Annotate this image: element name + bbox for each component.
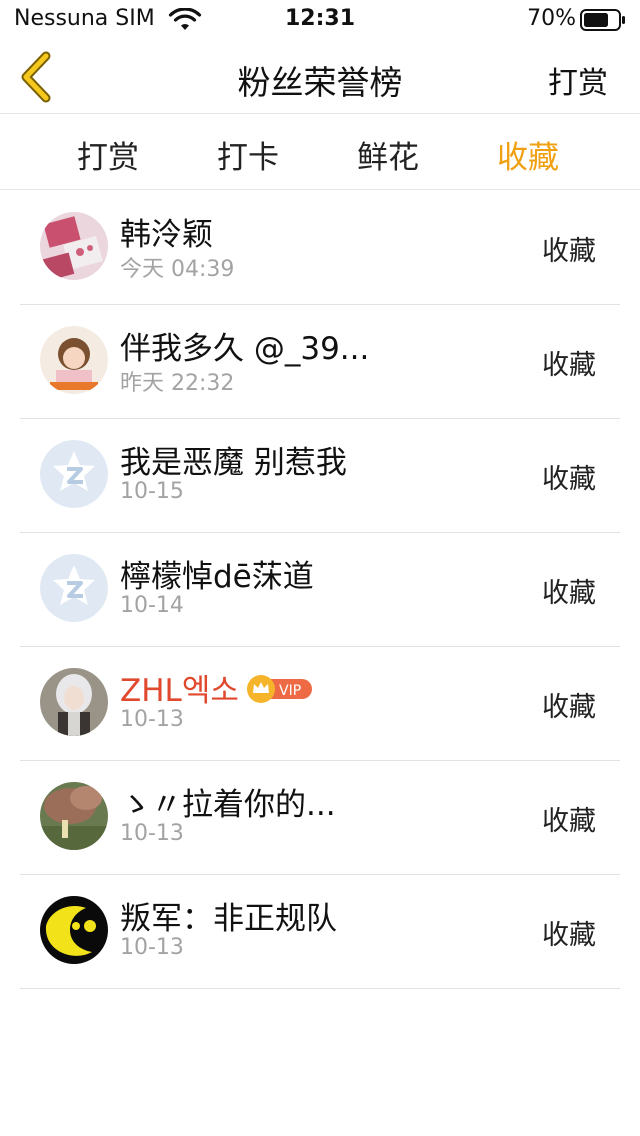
fan-name: 檸檬悼dē莯道	[120, 559, 314, 595]
avatar	[40, 212, 108, 280]
list-item[interactable]: 叛军：非正规队 10-13 收藏	[20, 875, 620, 989]
avatar	[40, 896, 108, 964]
fan-time: 昨天 22:32	[120, 371, 235, 396]
svg-text:VIP: VIP	[279, 683, 301, 699]
tab-tip[interactable]: 打赏	[38, 132, 178, 177]
tab-checkin[interactable]: 打卡	[178, 132, 318, 177]
fan-time: 10-13	[120, 935, 184, 960]
fan-action: 收藏	[542, 692, 596, 723]
page-title: 粉丝荣誉榜	[237, 63, 403, 102]
fan-time: 10-13	[120, 707, 184, 732]
list-item[interactable]: 伴我多久 @_39... 昨天 22:32 收藏	[20, 305, 620, 419]
fan-name: 伴我多久 @_39...	[120, 331, 370, 367]
fan-action: 收藏	[542, 464, 596, 495]
fan-name: 韩泠颖	[120, 217, 213, 253]
fan-action: 收藏	[542, 920, 596, 951]
avatar	[40, 782, 108, 850]
default-avatar-icon	[40, 440, 108, 508]
list-item[interactable]: 韩泠颖 今天 04:39 收藏	[20, 191, 620, 305]
fan-time: 10-13	[120, 821, 184, 846]
default-avatar-icon	[40, 554, 108, 622]
status-bar: Nessuna SIM 12:31 70%	[0, 0, 640, 40]
fan-name: ゝ〃拉着你的...	[120, 787, 336, 823]
tab-bar: 打赏 打卡 鲜花 收藏	[0, 114, 640, 190]
list-item[interactable]: 檸檬悼dē莯道 10-14 收藏	[20, 533, 620, 647]
vip-badge-icon: VIP	[247, 675, 312, 703]
list-item[interactable]: ZHL엑소 VIP 10-13 收藏	[20, 647, 620, 761]
tab-favorites[interactable]: 收藏	[458, 132, 598, 177]
fan-action: 收藏	[542, 236, 596, 267]
battery-icon	[580, 9, 625, 31]
navigation-bar: 粉丝荣誉榜 打赏	[0, 40, 640, 114]
tab-flowers[interactable]: 鲜花	[318, 132, 458, 177]
fan-name: 我是恶魔 别惹我	[120, 445, 347, 481]
fan-time: 10-14	[120, 593, 184, 618]
fan-list: 韩泠颖 今天 04:39 收藏 伴我多久 @_39... 昨天 22:32 收藏	[20, 191, 620, 989]
fan-time: 10-15	[120, 479, 184, 504]
list-item[interactable]: ゝ〃拉着你的... 10-13 收藏	[20, 761, 620, 875]
tip-button[interactable]: 打赏	[548, 58, 608, 102]
fan-action: 收藏	[542, 806, 596, 837]
battery-percentage: 70%	[527, 6, 576, 31]
avatar	[40, 326, 108, 394]
avatar	[40, 668, 108, 736]
list-item[interactable]: 我是恶魔 别惹我 10-15 收藏	[20, 419, 620, 533]
fan-name: ZHL엑소	[120, 673, 239, 709]
fan-time: 今天 04:39	[120, 257, 235, 282]
fan-action: 收藏	[542, 578, 596, 609]
fan-name: 叛军：非正规队	[120, 901, 337, 937]
fan-action: 收藏	[542, 350, 596, 381]
